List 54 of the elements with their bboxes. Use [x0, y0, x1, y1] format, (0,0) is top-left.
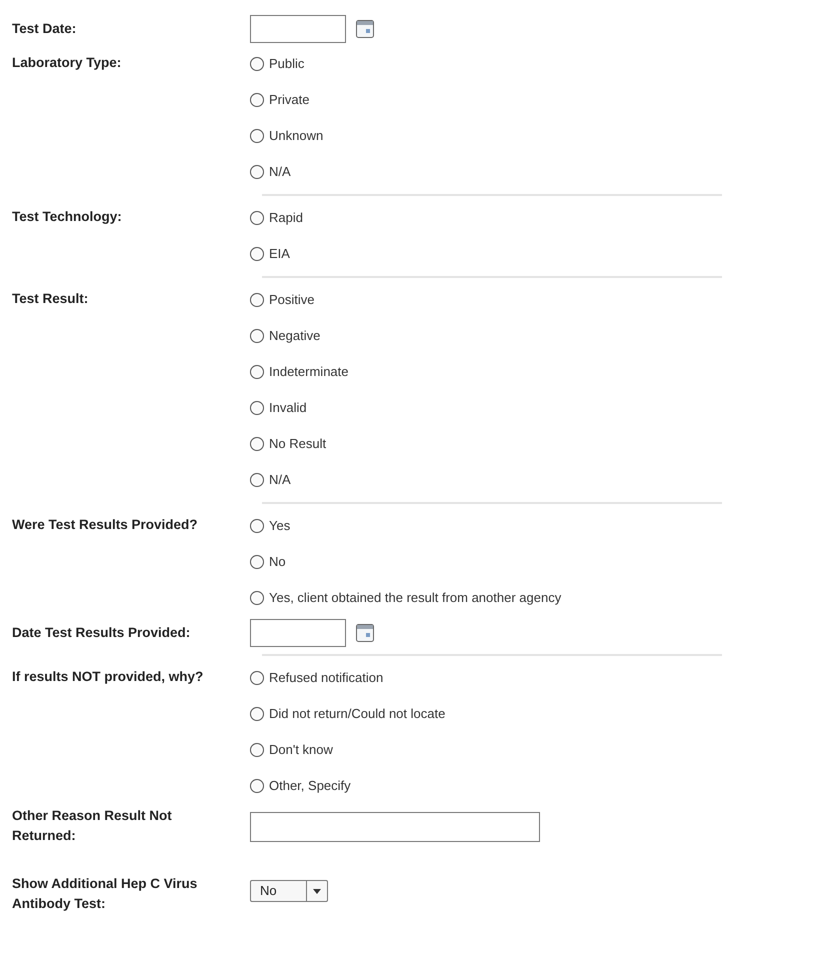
caret-icon: [313, 888, 321, 894]
radio-button[interactable]: [250, 743, 264, 757]
radio-button[interactable]: [250, 437, 264, 451]
field-label: Show Additional Hep C Virus Antibody Test:: [12, 875, 198, 913]
option-label: N/A: [269, 163, 291, 182]
radio-button[interactable]: [250, 93, 264, 107]
radio-button[interactable]: [250, 129, 264, 143]
field-label: Were Test Results Provided?: [12, 516, 199, 534]
field-label: If results NOT provided, why?: [12, 668, 204, 686]
dropdown[interactable]: No: [250, 880, 328, 902]
radio-button[interactable]: [250, 329, 264, 343]
option-label: Don't know: [269, 741, 333, 760]
option-label: Refused notification: [269, 669, 384, 688]
calendar-icon[interactable]: [356, 20, 374, 38]
option-label: Positive: [269, 291, 315, 310]
option-label: Yes, client obtained the result from another agency: [269, 589, 562, 608]
radio-button[interactable]: [250, 707, 264, 721]
option-label: Other, Specify: [269, 777, 351, 796]
radio-button[interactable]: [250, 211, 264, 225]
radio-button[interactable]: [250, 671, 264, 685]
option-label: Yes: [269, 517, 290, 536]
option-label: Negative: [269, 327, 320, 346]
option-label: Indeterminate: [269, 363, 348, 382]
option-label: N/A: [269, 471, 291, 490]
radio-button[interactable]: [250, 473, 264, 487]
option-label: Invalid: [269, 399, 307, 418]
option-label: Private: [269, 91, 310, 110]
field-label: Laboratory Type:: [12, 54, 122, 72]
calendar-icon[interactable]: [356, 624, 374, 642]
field-label: Other Reason Result Not Returned:: [12, 807, 173, 845]
radio-button[interactable]: [250, 293, 264, 307]
radio-button[interactable]: [250, 519, 264, 533]
radio-button[interactable]: [250, 779, 264, 793]
radio-button[interactable]: [250, 591, 264, 605]
text-field[interactable]: [250, 812, 540, 842]
radio-button[interactable]: [250, 57, 264, 71]
field-label: Date Test Results Provided:: [12, 624, 192, 642]
field-label: Test Date:: [12, 20, 78, 38]
radio-button[interactable]: [250, 365, 264, 379]
radio-button[interactable]: [250, 247, 264, 261]
option-label: Public: [269, 55, 304, 74]
field-label: Test Result:: [12, 290, 90, 308]
option-label: Did not return/Could not locate: [269, 705, 446, 724]
option-label: EIA: [269, 245, 290, 264]
date-field[interactable]: [250, 619, 346, 647]
option-label: Unknown: [269, 127, 324, 146]
radio-button[interactable]: [250, 165, 264, 179]
radio-button[interactable]: [250, 401, 264, 415]
option-label: Rapid: [269, 209, 303, 228]
field-label: Test Technology:: [12, 208, 123, 226]
option-label: No: [269, 553, 286, 572]
option-label: No Result: [269, 435, 326, 454]
radio-button[interactable]: [250, 555, 264, 569]
date-field[interactable]: [250, 15, 346, 43]
